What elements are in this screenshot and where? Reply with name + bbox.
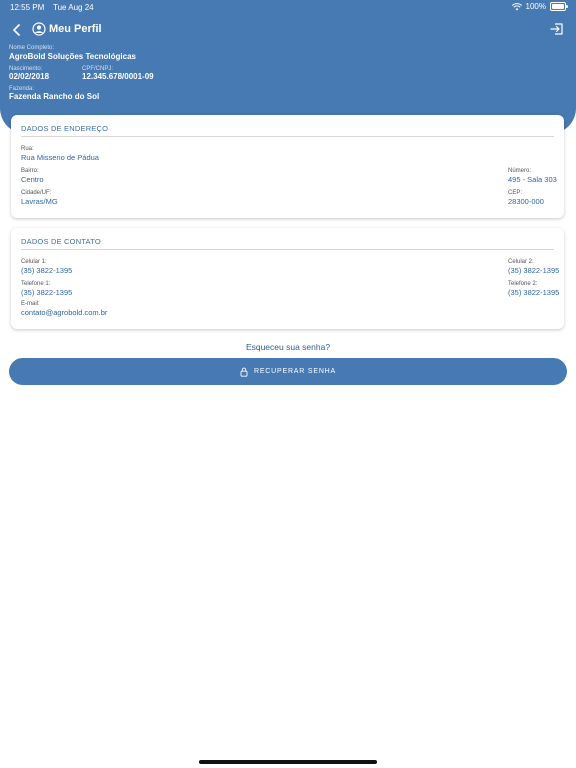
lock-icon xyxy=(240,367,248,377)
profile-header: 12:55 PM Tue Aug 24 100% Meu Perfil Nome… xyxy=(0,0,576,134)
celular2-value[interactable]: (35) 3822-1395 xyxy=(508,266,559,275)
rua-label: Rua: xyxy=(21,146,34,152)
nome-label: Nome Completo: xyxy=(9,45,55,51)
page-title: Meu Perfil xyxy=(49,23,102,35)
fazenda-value: Fazenda Rancho do Sol xyxy=(9,92,100,101)
celular1-value[interactable]: (35) 3822-1395 xyxy=(21,266,72,275)
telefone1-label: Telefone 1: xyxy=(21,281,51,287)
wifi-icon xyxy=(511,2,522,10)
logout-icon[interactable] xyxy=(549,21,565,37)
nav-bar: Meu Perfil xyxy=(0,20,576,40)
home-indicator[interactable] xyxy=(199,760,377,764)
status-bar: 12:55 PM Tue Aug 24 100% xyxy=(0,0,576,16)
bairro-label: Bairro: xyxy=(21,168,39,174)
contact-card-title: DADOS DE CONTATO xyxy=(21,237,101,246)
address-card: DADOS DE ENDEREÇO Rua: Rua Misseno de Pá… xyxy=(11,115,564,218)
status-indicators: 100% xyxy=(511,2,568,11)
recover-password-button[interactable]: RECUPERAR SENHA xyxy=(9,358,567,385)
telefone1-value[interactable]: (35) 3822-1395 xyxy=(21,288,72,297)
email-label: E-mail: xyxy=(21,301,40,307)
user-circle-icon xyxy=(32,22,46,36)
email-value[interactable]: contato@agrobold.com.br xyxy=(21,308,107,317)
cidade-value: Lavras/MG xyxy=(21,197,58,206)
battery-icon xyxy=(550,2,568,11)
telefone2-label: Telefone 2: xyxy=(508,281,538,287)
cpf-value: 12.345.678/0001-09 xyxy=(82,72,154,81)
status-date: Tue Aug 24 xyxy=(53,3,94,12)
bairro-value: Centro xyxy=(21,175,44,184)
divider xyxy=(21,249,554,250)
contact-card: DADOS DE CONTATO Celular 1: (35) 3822-13… xyxy=(11,228,564,329)
recover-password-label: RECUPERAR SENHA xyxy=(253,368,336,375)
numero-label: Número: xyxy=(508,168,532,174)
nascimento-value: 02/02/2018 xyxy=(9,72,50,81)
status-time: 12:55 PM xyxy=(10,3,45,12)
rua-value: Rua Misseno de Pádua xyxy=(21,153,99,162)
cep-value: 28300-000 xyxy=(508,197,544,206)
address-card-title: DADOS DE ENDEREÇO xyxy=(21,124,109,133)
telefone2-value[interactable]: (35) 3822-1395 xyxy=(508,288,559,297)
celular2-label: Celular 2: xyxy=(508,259,534,265)
forgot-password-text: Esqueceu sua senha? xyxy=(245,342,331,352)
celular1-label: Celular 1: xyxy=(21,259,47,265)
status-time-date: 12:55 PM Tue Aug 24 xyxy=(10,3,94,12)
nome-value: AgroBold Soluções Tecnológicas xyxy=(9,52,136,61)
divider xyxy=(21,136,554,137)
cep-label: CEP: xyxy=(508,190,523,196)
battery-percent: 100% xyxy=(525,2,546,11)
back-arrow-icon[interactable] xyxy=(10,22,24,38)
numero-value: 495 - Sala 303 xyxy=(508,175,557,184)
cidade-label: Cidade/UF: xyxy=(21,190,52,196)
